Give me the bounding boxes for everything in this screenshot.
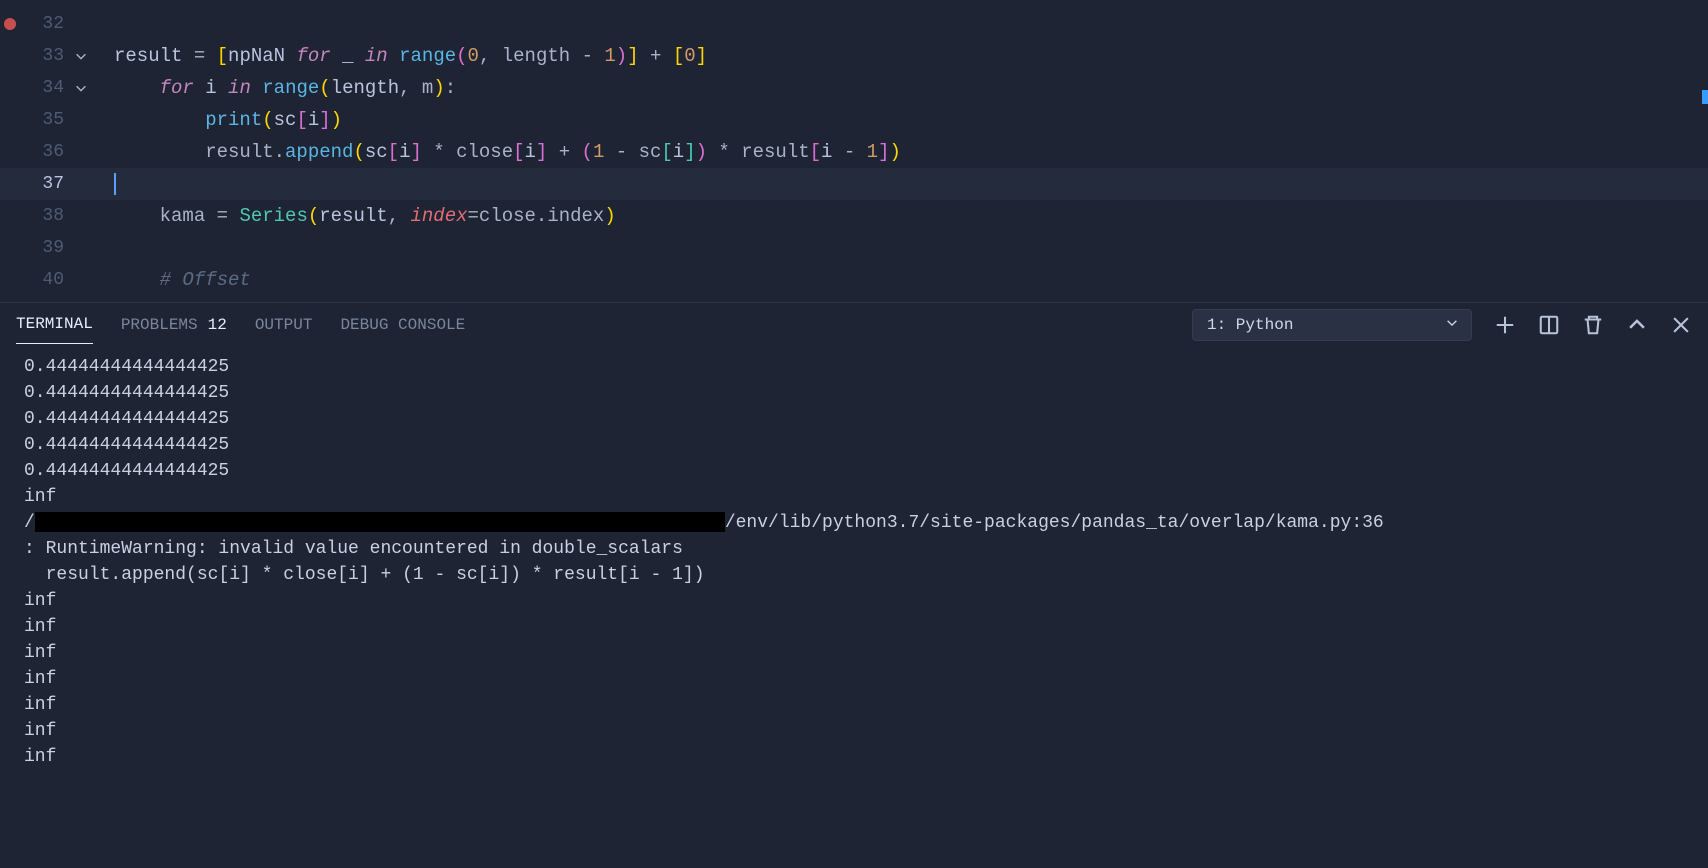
code-line[interactable]: 35 print(sc[i]) (0, 104, 1708, 136)
terminal-line: inf (24, 640, 1684, 666)
trash-icon[interactable] (1582, 314, 1604, 336)
code-line[interactable]: 39 (0, 232, 1708, 264)
code-content[interactable]: # Offset (110, 269, 1708, 291)
code-content[interactable]: result = [npNaN for _ in range(0, length… (110, 45, 1708, 67)
terminal-line: 0.44444444444444425 (24, 406, 1684, 432)
split-terminal-icon[interactable] (1538, 314, 1560, 336)
line-number: 36 (20, 142, 70, 162)
code-line[interactable]: 32 (0, 8, 1708, 40)
terminal-selector-label: 1: Python (1207, 316, 1293, 334)
code-line[interactable]: 34 for i in range(length, m): (0, 72, 1708, 104)
terminal-line: inf (24, 614, 1684, 640)
tab-debug-console[interactable]: DEBUG CONSOLE (340, 305, 465, 344)
line-number: 37 (20, 174, 70, 194)
line-number: 35 (20, 110, 70, 130)
terminal-selector[interactable]: 1: Python (1192, 309, 1472, 341)
terminal-line: //env/lib/python3.7/site-packages/pandas… (24, 510, 1684, 536)
code-content[interactable] (110, 173, 1708, 195)
code-line[interactable]: 40 # Offset (0, 264, 1708, 296)
fold-gutter[interactable] (70, 81, 110, 95)
chevron-down-icon (1445, 315, 1459, 334)
line-number: 40 (20, 270, 70, 290)
new-terminal-icon[interactable] (1494, 314, 1516, 336)
tab-problems[interactable]: PROBLEMS 12 (121, 305, 227, 344)
code-content[interactable]: print(sc[i]) (110, 109, 1708, 131)
code-content[interactable]: for i in range(length, m): (110, 77, 1708, 99)
close-panel-icon[interactable] (1670, 314, 1692, 336)
problems-count-badge: 12 (208, 316, 227, 334)
code-line[interactable]: 33 result = [npNaN for _ in range(0, leng… (0, 40, 1708, 72)
code-content[interactable]: result.append(sc[i] * close[i] + (1 - sc… (110, 141, 1708, 163)
line-number: 33 (20, 46, 70, 66)
terminal-output[interactable]: 0.444444444444444250.444444444444444250.… (0, 346, 1708, 868)
breakpoint-gutter[interactable] (0, 18, 20, 30)
terminal-line: inf (24, 718, 1684, 744)
maximize-panel-icon[interactable] (1626, 314, 1648, 336)
code-line[interactable]: 38 kama = Series(result, index=close.ind… (0, 200, 1708, 232)
redacted-path (35, 512, 725, 532)
terminal-line: : RuntimeWarning: invalid value encounte… (24, 536, 1684, 562)
line-number: 38 (20, 206, 70, 226)
terminal-line: inf (24, 692, 1684, 718)
terminal-line: 0.44444444444444425 (24, 432, 1684, 458)
terminal-line: inf (24, 744, 1684, 770)
code-editor[interactable]: 32 33 result = [npNaN for _ in range(0, le… (0, 0, 1708, 296)
terminal-line: 0.44444444444444425 (24, 380, 1684, 406)
terminal-line: 0.44444444444444425 (24, 354, 1684, 380)
line-number: 39 (20, 238, 70, 258)
minimap-marker (1702, 90, 1708, 104)
terminal-line: inf (24, 588, 1684, 614)
terminal-line: result.append(sc[i] * close[i] + (1 - sc… (24, 562, 1684, 588)
tab-problems-label: PROBLEMS (121, 316, 198, 334)
tab-terminal[interactable]: TERMINAL (16, 305, 93, 344)
breakpoint-icon[interactable] (4, 18, 16, 30)
cursor (114, 173, 116, 195)
line-number: 34 (20, 78, 70, 98)
panel-tab-bar: TERMINAL PROBLEMS 12 OUTPUT DEBUG CONSOL… (0, 302, 1708, 346)
code-line[interactable]: 36 result.append(sc[i] * close[i] + (1 -… (0, 136, 1708, 168)
fold-gutter[interactable] (70, 49, 110, 63)
code-content[interactable]: kama = Series(result, index=close.index) (110, 205, 1708, 227)
terminal-line: 0.44444444444444425 (24, 458, 1684, 484)
terminal-line: inf (24, 484, 1684, 510)
line-number: 32 (20, 14, 70, 34)
tab-output[interactable]: OUTPUT (255, 305, 313, 344)
code-line[interactable]: 37 (0, 168, 1708, 200)
terminal-line: inf (24, 666, 1684, 692)
